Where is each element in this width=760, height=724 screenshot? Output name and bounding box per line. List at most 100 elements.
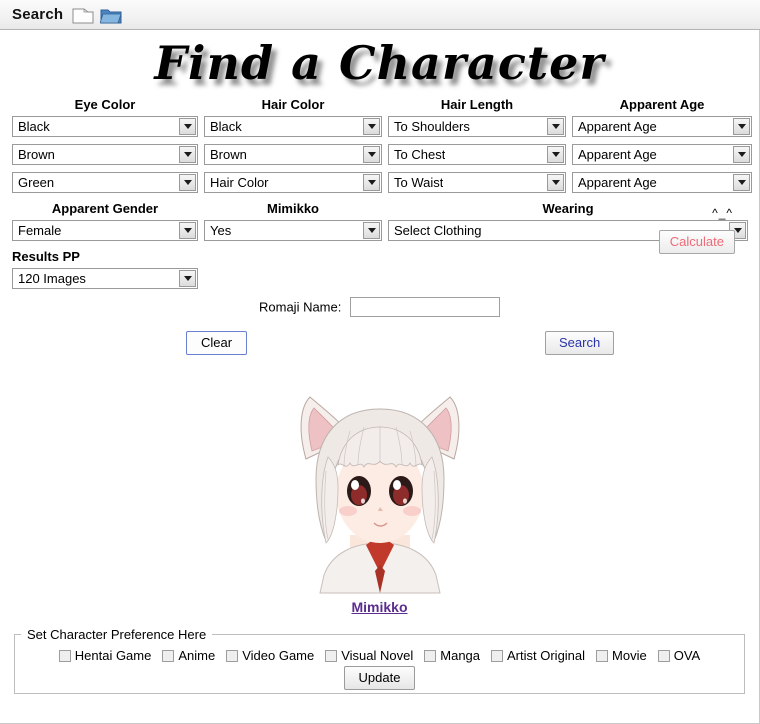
calculate-button[interactable]: Calculate xyxy=(658,230,735,254)
pref-label: Video Game xyxy=(242,648,315,663)
checkbox-icon[interactable] xyxy=(491,649,504,662)
chevron-down-icon[interactable] xyxy=(179,174,196,191)
romaji-name-label: Romaji Name: xyxy=(259,299,342,315)
chevron-down-icon[interactable] xyxy=(733,146,750,163)
hair-color-select-2[interactable]: Brown xyxy=(204,144,382,165)
chevron-down-icon[interactable] xyxy=(547,118,564,135)
checkbox-icon[interactable] xyxy=(226,649,239,662)
clear-button[interactable]: Clear xyxy=(186,331,248,355)
hair-color-select-3[interactable]: Hair Color xyxy=(204,172,382,193)
new-document-icon[interactable] xyxy=(72,7,94,25)
pref-label: Visual Novel xyxy=(341,648,414,663)
select-grid: Black Brown Green Black Brown Hair Color… xyxy=(12,116,752,200)
chevron-down-icon[interactable] xyxy=(179,270,196,287)
apparent-age-value-2: Apparent Age xyxy=(578,147,657,162)
eye-color-select-1[interactable]: Black xyxy=(12,116,198,137)
label-wearing: Wearing xyxy=(542,201,594,216)
preference-checkbox-row: Hentai Game Anime Video Game Visual Nove… xyxy=(21,648,738,663)
apparent-age-select-2[interactable]: Apparent Age xyxy=(572,144,752,165)
apparent-age-value-3: Apparent Age xyxy=(578,175,657,190)
apparent-age-select-3[interactable]: Apparent Age xyxy=(572,172,752,193)
hair-color-value-1: Black xyxy=(210,119,242,134)
hair-length-select-1[interactable]: To Shoulders xyxy=(388,116,566,137)
pref-label: Hentai Game xyxy=(74,648,152,663)
mimikko-value: Yes xyxy=(210,223,232,238)
checkbox-icon[interactable] xyxy=(325,649,338,662)
eye-color-value-1: Black xyxy=(18,119,50,134)
hair-length-select-2[interactable]: To Chest xyxy=(388,144,566,165)
app-title-bar: Search xyxy=(0,0,760,30)
chevron-down-icon[interactable] xyxy=(547,146,564,163)
character-preference-fieldset: Set Character Preference Here Hentai Gam… xyxy=(14,627,745,694)
pref-movie[interactable]: Movie xyxy=(596,648,647,663)
mimikko-select[interactable]: Yes xyxy=(204,220,382,241)
hair-color-column: Black Brown Hair Color xyxy=(204,116,382,200)
checkbox-icon[interactable] xyxy=(58,649,71,662)
search-button[interactable]: Search xyxy=(545,331,615,355)
hair-color-select-1[interactable]: Black xyxy=(204,116,382,137)
pref-manga[interactable]: Manga xyxy=(424,648,480,663)
app-title: Search xyxy=(12,6,64,23)
form-actions: Clear Search xyxy=(12,331,747,371)
eye-color-value-3: Green xyxy=(18,175,55,190)
chevron-down-icon[interactable] xyxy=(733,174,750,191)
apparent-gender-select[interactable]: Female xyxy=(12,220,198,241)
hair-length-column: To Shoulders To Chest To Waist xyxy=(388,116,566,200)
hair-length-value-1: To Shoulders xyxy=(394,119,470,134)
pref-anime[interactable]: Anime xyxy=(162,648,215,663)
romaji-name-row: Romaji Name: xyxy=(12,297,747,317)
chevron-down-icon[interactable] xyxy=(363,174,380,191)
apparent-age-select-1[interactable]: Apparent Age xyxy=(572,116,752,137)
eye-color-value-2: Brown xyxy=(18,147,55,162)
open-folder-icon[interactable] xyxy=(100,7,122,25)
secondary-column-headers: Apparent Gender Mimikko Wearing xyxy=(12,200,747,220)
page-content: Find a Character Eye Color Hair Color Ha… xyxy=(0,30,760,724)
page-title: Find a Character xyxy=(154,36,605,90)
pref-visual-novel[interactable]: Visual Novel xyxy=(325,648,413,663)
chevron-down-icon[interactable] xyxy=(547,174,564,191)
chevron-down-icon[interactable] xyxy=(179,222,196,239)
checkbox-icon[interactable] xyxy=(424,649,437,662)
app-bar-icons xyxy=(72,7,122,25)
wearing-value: Select Clothing xyxy=(394,223,482,238)
eye-color-select-3[interactable]: Green xyxy=(12,172,198,193)
chevron-down-icon[interactable] xyxy=(363,146,380,163)
romaji-name-input[interactable] xyxy=(349,297,500,317)
pref-hentai-game[interactable]: Hentai Game xyxy=(58,648,152,663)
column-headers: Eye Color Hair Color Hair Length Apparen… xyxy=(12,96,747,116)
pref-label: Anime xyxy=(178,648,216,663)
character-result: Mimikko xyxy=(0,375,759,615)
character-name-link[interactable]: Mimikko xyxy=(351,599,407,615)
checkbox-icon[interactable] xyxy=(162,649,175,662)
apparent-gender-value: Female xyxy=(18,223,62,238)
update-button[interactable]: Update xyxy=(343,666,416,690)
results-pp-select[interactable]: 120 Images xyxy=(12,268,198,289)
label-mimikko: Mimikko xyxy=(266,201,319,216)
character-portrait-image[interactable] xyxy=(279,375,480,595)
eye-color-select-2[interactable]: Brown xyxy=(12,144,198,165)
label-hair-length: Hair Length xyxy=(440,97,514,112)
chevron-down-icon[interactable] xyxy=(363,222,380,239)
pref-artist-original[interactable]: Artist Original xyxy=(491,648,585,663)
apparent-age-column: Apparent Age Apparent Age Apparent Age xyxy=(572,116,752,200)
pref-ova[interactable]: OVA xyxy=(657,648,701,663)
hair-length-value-3: To Waist xyxy=(394,175,444,190)
chevron-down-icon[interactable] xyxy=(179,118,196,135)
eye-color-column: Black Brown Green xyxy=(12,116,198,200)
label-hair-color: Hair Color xyxy=(261,97,325,112)
checkbox-icon[interactable] xyxy=(596,649,609,662)
pref-label: Movie xyxy=(612,648,647,663)
results-pp-value: 120 Images xyxy=(18,271,86,286)
character-search-form: Eye Color Hair Color Hair Length Apparen… xyxy=(0,96,759,371)
chevron-down-icon[interactable] xyxy=(733,118,750,135)
pref-video-game[interactable]: Video Game xyxy=(226,648,314,663)
calculate-area: ^_^ Calculate xyxy=(527,206,747,272)
chevron-down-icon[interactable] xyxy=(179,146,196,163)
banner: Find a Character xyxy=(0,30,759,96)
chevron-down-icon[interactable] xyxy=(363,118,380,135)
hair-length-select-3[interactable]: To Waist xyxy=(388,172,566,193)
apparent-age-value-1: Apparent Age xyxy=(578,119,657,134)
pref-label: OVA xyxy=(673,648,701,663)
pref-label: Manga xyxy=(440,648,481,663)
checkbox-icon[interactable] xyxy=(657,649,670,662)
